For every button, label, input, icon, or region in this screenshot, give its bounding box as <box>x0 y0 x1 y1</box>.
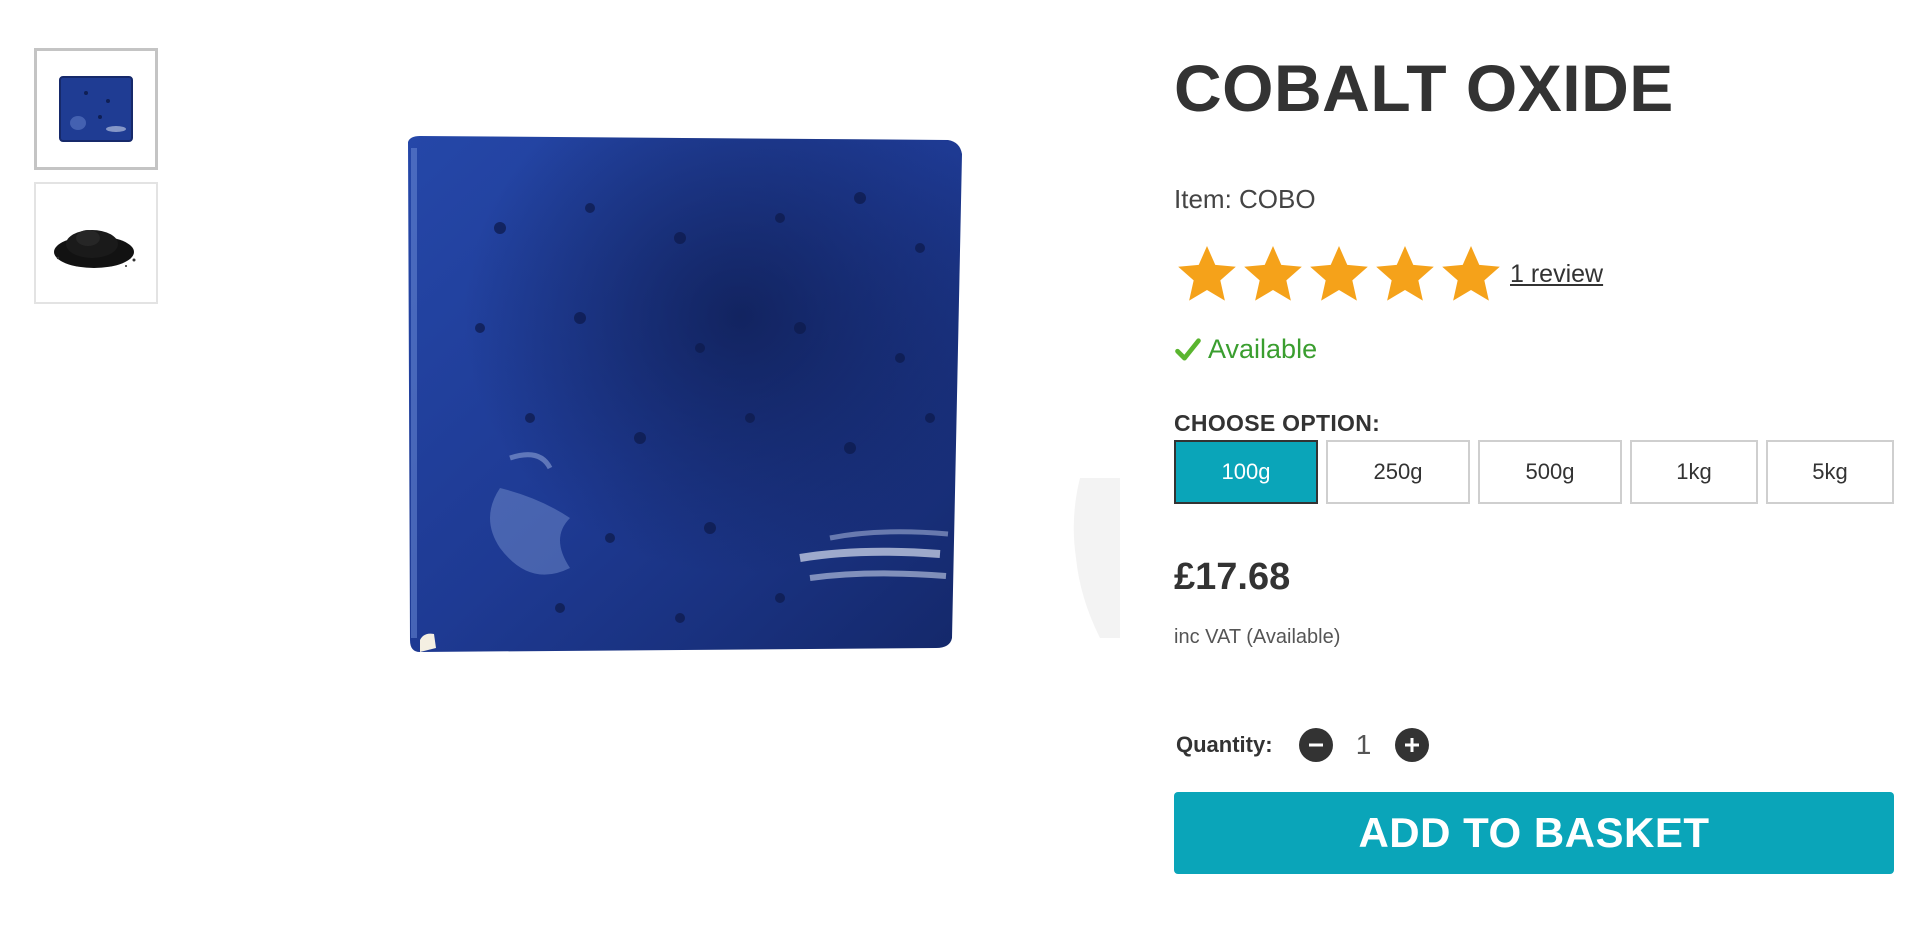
powder-thumbnail-image <box>54 230 136 268</box>
star-rating <box>1174 242 1504 306</box>
option-250g[interactable]: 250g <box>1326 440 1470 504</box>
add-to-basket-button[interactable]: ADD TO BASKET <box>1174 792 1894 874</box>
decrease-quantity-button[interactable] <box>1298 728 1333 762</box>
price: £17.68 <box>1174 556 1291 598</box>
option-1kg[interactable]: 1kg <box>1630 440 1758 504</box>
rating: 1 review <box>1174 242 1603 306</box>
availability-text: Available <box>1208 334 1318 364</box>
main-product-image <box>380 118 1140 678</box>
star-icon <box>1178 246 1236 301</box>
thumbnail-powder[interactable] <box>34 182 158 304</box>
checkmark-icon <box>1175 337 1201 360</box>
star-icon <box>1376 246 1434 301</box>
option-100g[interactable]: 100g <box>1174 440 1318 504</box>
choose-option-label: CHOOSE OPTION: <box>1174 410 1381 436</box>
star-icon <box>1244 246 1302 301</box>
product-title: COBALT OXIDE <box>1174 51 1674 125</box>
star-icon <box>1442 246 1500 301</box>
increase-quantity-button[interactable] <box>1394 728 1429 762</box>
thumbnail-tile[interactable] <box>34 48 158 170</box>
tile-thumbnail-image <box>59 76 133 142</box>
option-5kg[interactable]: 5kg <box>1766 440 1894 504</box>
star-icon <box>1310 246 1368 301</box>
minus-icon <box>1308 743 1323 747</box>
vat-note: inc VAT (Available) <box>1174 626 1341 648</box>
quantity-stepper: Quantity: 1 <box>1176 728 1429 762</box>
review-link[interactable]: 1 review <box>1510 260 1603 289</box>
availability-status: Available <box>1174 334 1317 365</box>
quantity-label: Quantity: <box>1176 732 1273 757</box>
item-code: Item: COBO <box>1174 184 1316 214</box>
option-selector: 100g 250g 500g 1kg 5kg <box>1174 440 1894 504</box>
plus-icon <box>1404 738 1419 752</box>
quantity-value[interactable]: 1 <box>1333 729 1395 761</box>
thumbnail-gallery <box>34 48 158 316</box>
option-500g[interactable]: 500g <box>1478 440 1622 504</box>
